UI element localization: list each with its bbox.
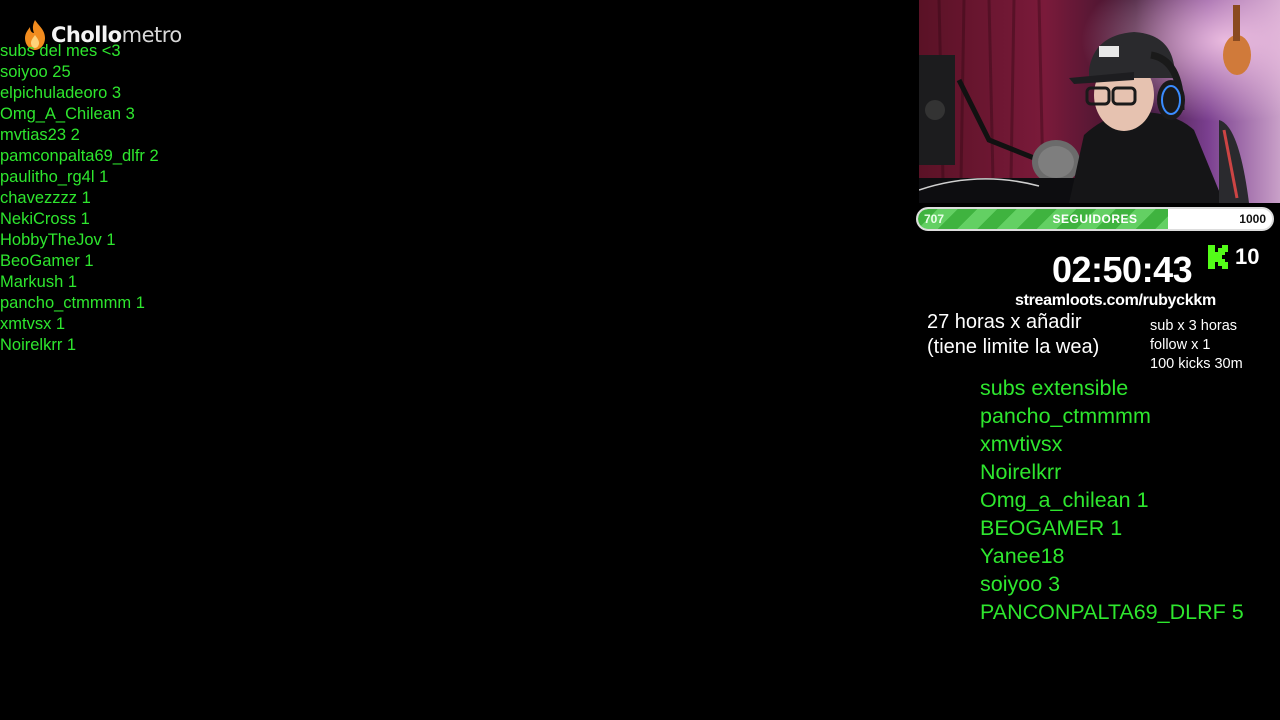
rule-line: 100 kicks 30m <box>1150 356 1243 372</box>
subs-extensible-list: subs extensible pancho_ctmmmm xmvtivsx N… <box>980 374 1244 626</box>
subs-month-entry: mvtias23 2 <box>0 126 80 144</box>
followers-goal-current: 707 <box>924 212 945 226</box>
streamloots-link: streamloots.com/rubyckkm <box>1015 292 1216 309</box>
kicks-counter: 10 <box>1207 244 1259 270</box>
followers-goal-bar: SEGUIDORES 707 1000 <box>916 207 1274 231</box>
subs-month-entry: NekiCross 1 <box>0 210 90 228</box>
subs-extensible-entry: Yanee18 <box>980 544 1065 568</box>
webcam-scene <box>919 0 1280 203</box>
rule-line: follow x 1 <box>1150 337 1211 353</box>
subathon-rules: sub x 3 horas follow x 1 100 kicks 30m <box>1150 317 1243 374</box>
hours-note-line: (tiene limite la wea) <box>927 336 1100 358</box>
subs-month-title: subs del mes <3 <box>0 42 121 60</box>
rule-line: sub x 3 horas <box>1150 318 1238 334</box>
subs-extensible-entry: pancho_ctmmmm <box>980 404 1151 428</box>
webcam-feed <box>919 0 1280 203</box>
subs-extensible-entry: Omg_a_chilean 1 <box>980 488 1149 512</box>
subs-month-list: subs del mes <3 soiyoo 25 elpichuladeoro… <box>0 41 159 356</box>
subs-extensible-entry: soiyoo 3 <box>980 572 1061 596</box>
kick-logo-icon <box>1208 245 1228 269</box>
subs-month-entry: Omg_A_Chilean 3 <box>0 105 135 123</box>
hours-note-line: 27 horas x añadir <box>927 311 1082 333</box>
subs-month-entry: HobbyTheJov 1 <box>0 231 116 249</box>
subs-month-entry: elpichuladeoro 3 <box>0 84 122 102</box>
subs-extensible-entry: PANCONPALTA69_DLRF 5 <box>980 600 1244 624</box>
subs-month-entry: Markush 1 <box>0 273 78 291</box>
subs-month-entry: xmtvsx 1 <box>0 315 66 333</box>
kicks-count: 10 <box>1235 244 1260 269</box>
subs-extensible-entry: xmvtivsx <box>980 432 1063 456</box>
followers-goal-label: SEGUIDORES <box>1052 212 1138 226</box>
subs-month-entry: chavezzzz 1 <box>0 189 91 207</box>
subs-extensible-entry: Noirelkrr <box>980 460 1062 484</box>
subathon-timer: 02:50:43 <box>1052 249 1193 290</box>
subs-month-entry: Noirelkrr 1 <box>0 336 77 354</box>
subs-month-entry: paulitho_rg4l 1 <box>0 168 109 186</box>
hours-note: 27 horas x añadir (tiene limite la wea) <box>927 310 1099 360</box>
subs-month-entry: pancho_ctmmmm 1 <box>0 294 145 312</box>
followers-goal-target: 1000 <box>1239 212 1266 226</box>
subs-month-entry: BeoGamer 1 <box>0 252 94 270</box>
subs-extensible-entry: BEOGAMER 1 <box>980 516 1123 540</box>
subs-extensible-title: subs extensible <box>980 376 1129 400</box>
subs-month-entry: pamconpalta69_dlfr 2 <box>0 147 159 165</box>
subs-month-entry: soiyoo 25 <box>0 63 71 81</box>
